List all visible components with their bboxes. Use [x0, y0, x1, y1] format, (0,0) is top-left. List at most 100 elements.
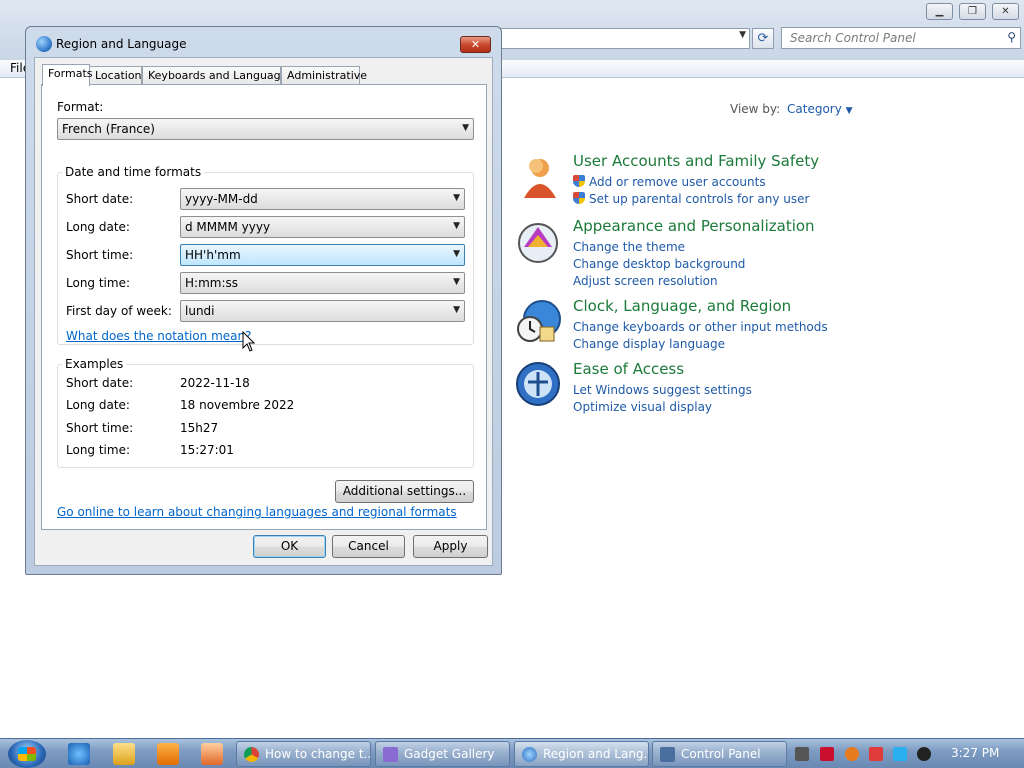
refresh-button[interactable]: ⟳: [752, 28, 774, 49]
long-time-label: Long time:: [66, 276, 131, 290]
example-label: Short date:: [66, 376, 134, 390]
search-placeholder: Search Control Panel: [790, 31, 916, 45]
tab-administrative[interactable]: Administrative: [281, 66, 367, 85]
chevron-down-icon: ▼: [453, 277, 460, 287]
antivirus-icon[interactable]: [820, 747, 834, 761]
chevron-down-icon: ▼: [462, 123, 469, 133]
clock-globe-icon[interactable]: [514, 297, 562, 345]
link-screen-resolution[interactable]: Adjust screen resolution: [573, 273, 745, 290]
category-clock-language-region: Clock, Language, and Region Change keybo…: [514, 297, 874, 353]
ease-of-access-icon[interactable]: [514, 360, 562, 408]
first-day-label: First day of week:: [66, 304, 172, 318]
long-time-dropdown[interactable]: H:mm:ss ▼: [180, 272, 465, 294]
link-suggest-settings[interactable]: Let Windows suggest settings: [573, 382, 752, 399]
view-by-dropdown[interactable]: Category ▼: [787, 102, 853, 116]
chevron-down-icon: ▼: [453, 221, 460, 231]
long-date-dropdown[interactable]: d MMMM yyyy ▼: [180, 216, 465, 238]
taskbar-item-gadget-gallery[interactable]: Gadget Gallery: [375, 741, 510, 767]
search-input[interactable]: Search Control Panel ⚲: [781, 27, 1021, 49]
mouse-cursor-icon: [242, 331, 256, 352]
flag-icon[interactable]: [869, 747, 883, 761]
start-button[interactable]: [8, 740, 46, 768]
notation-help-link[interactable]: What does the notation mean?: [66, 329, 251, 343]
ok-button[interactable]: OK: [253, 535, 326, 558]
globe-icon: [36, 36, 52, 52]
link-add-remove-accounts[interactable]: Add or remove user accounts: [573, 174, 809, 191]
chevron-down-icon: ▼: [453, 193, 460, 203]
app-pinned-icon[interactable]: [201, 743, 223, 765]
format-label: Format:: [57, 100, 104, 114]
users-icon[interactable]: [514, 152, 562, 200]
category-title[interactable]: Ease of Access: [573, 360, 684, 378]
example-value: 15:27:01: [180, 443, 234, 457]
category-title[interactable]: Clock, Language, and Region: [573, 297, 791, 315]
date-time-formats-caption: Date and time formats: [62, 165, 205, 179]
long-date-label: Long date:: [66, 220, 130, 234]
link-desktop-background[interactable]: Change desktop background: [573, 256, 745, 273]
example-value: 15h27: [180, 421, 219, 435]
dialog-title: Region and Language: [56, 37, 187, 51]
chevron-down-icon: ▼: [453, 249, 460, 259]
link-optimize-display[interactable]: Optimize visual display: [573, 399, 752, 416]
example-value: 2022-11-18: [180, 376, 250, 390]
shield-icon: [573, 175, 585, 187]
go-online-link[interactable]: Go online to learn about changing langua…: [57, 505, 457, 519]
gadget-icon: [383, 747, 398, 762]
link-parental-controls[interactable]: Set up parental controls for any user: [573, 191, 809, 208]
media-player-icon[interactable]: [157, 743, 179, 765]
category-appearance: Appearance and Personalization Change th…: [514, 217, 874, 290]
globe-icon: [522, 747, 537, 762]
minimize-button[interactable]: ▁: [926, 3, 953, 20]
first-day-dropdown[interactable]: lundi ▼: [180, 300, 465, 322]
chevron-down-icon[interactable]: ▼: [739, 30, 746, 40]
example-label: Long time:: [66, 443, 131, 457]
network-icon[interactable]: [893, 747, 907, 761]
format-dropdown[interactable]: French (France) ▼: [57, 118, 474, 140]
example-label: Short time:: [66, 421, 134, 435]
windows-logo-icon: [18, 747, 36, 761]
appearance-icon[interactable]: [514, 217, 562, 265]
chevron-down-icon: ▼: [845, 106, 853, 116]
short-date-dropdown[interactable]: yyyy-MM-dd ▼: [180, 188, 465, 210]
chevron-down-icon: ▼: [453, 305, 460, 315]
view-by-label: View by:: [730, 102, 781, 116]
category-title[interactable]: Appearance and Personalization: [573, 217, 815, 235]
taskbar-item-browser[interactable]: How to change t...: [236, 741, 371, 767]
volume-icon[interactable]: [917, 747, 931, 761]
apply-button[interactable]: Apply: [413, 535, 488, 558]
maximize-button[interactable]: ❐: [959, 3, 986, 20]
address-bar[interactable]: ▼: [500, 28, 750, 49]
dialog-body: Formats Location Keyboards and Languages…: [34, 57, 493, 566]
close-button[interactable]: ✕: [460, 36, 491, 53]
category-user-accounts: User Accounts and Family Safety Add or r…: [514, 152, 874, 208]
taskbar: How to change t... Gadget Gallery Region…: [0, 738, 1024, 768]
cancel-button[interactable]: Cancel: [332, 535, 405, 558]
tab-keyboards-languages[interactable]: Keyboards and Languages: [142, 66, 293, 85]
short-time-label: Short time:: [66, 248, 134, 262]
taskbar-item-control-panel[interactable]: Control Panel: [652, 741, 787, 767]
control-panel-icon: [660, 747, 675, 762]
short-time-dropdown[interactable]: HH'h'mm ▼: [180, 244, 465, 266]
folder-icon[interactable]: [113, 743, 135, 765]
taskbar-item-region-language[interactable]: Region and Lang...: [514, 741, 649, 767]
tray-icon[interactable]: [795, 747, 809, 761]
link-display-language[interactable]: Change display language: [573, 336, 828, 353]
search-tray-icon[interactable]: [845, 747, 859, 761]
link-change-theme[interactable]: Change the theme: [573, 239, 745, 256]
close-window-button[interactable]: ✕: [992, 3, 1019, 20]
internet-explorer-icon[interactable]: [68, 743, 90, 765]
example-value: 18 novembre 2022: [180, 398, 295, 412]
link-change-keyboards[interactable]: Change keyboards or other input methods: [573, 319, 828, 336]
shield-icon: [573, 192, 585, 204]
tab-formats[interactable]: Formats: [42, 64, 93, 86]
category-ease-of-access: Ease of Access Let Windows suggest setti…: [514, 360, 874, 416]
search-icon[interactable]: ⚲: [1007, 30, 1016, 44]
taskbar-clock[interactable]: 3:27 PM: [951, 746, 999, 760]
region-language-dialog: Region and Language ✕ Formats Location K…: [25, 26, 502, 575]
examples-caption: Examples: [62, 357, 127, 371]
category-title[interactable]: User Accounts and Family Safety: [573, 152, 819, 170]
short-date-label: Short date:: [66, 192, 134, 206]
additional-settings-button[interactable]: Additional settings...: [335, 480, 474, 503]
tab-location[interactable]: Location: [89, 66, 142, 85]
formats-panel: Format: French (France) ▼ Date and time f…: [41, 84, 487, 530]
